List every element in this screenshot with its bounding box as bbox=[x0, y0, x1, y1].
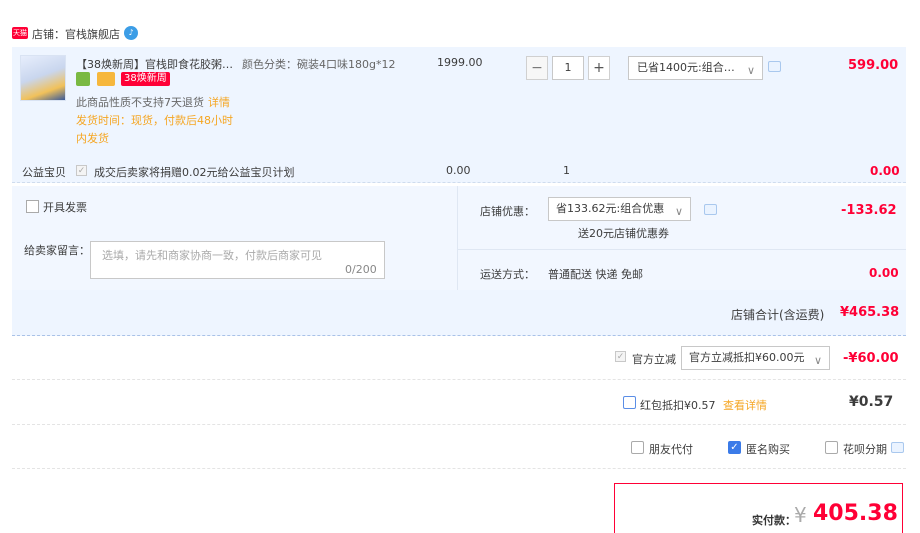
payment-label: 实付款： bbox=[752, 514, 796, 527]
tmall-logo: 天猫 bbox=[12, 27, 28, 39]
chat-bubble-icon[interactable] bbox=[891, 442, 904, 453]
charity-qty: 1 bbox=[563, 164, 570, 177]
friend-pay-checkbox[interactable] bbox=[631, 441, 644, 454]
shipping-fee: 0.00 bbox=[869, 266, 899, 280]
product-thumbnail[interactable] bbox=[20, 55, 66, 101]
quantity-increase-button[interactable]: + bbox=[588, 56, 610, 80]
friend-pay-label[interactable]: 朋友代付 bbox=[649, 441, 693, 457]
divider bbox=[12, 379, 906, 380]
invoice-label[interactable]: 开具发票 bbox=[43, 199, 87, 215]
chevron-down-icon: ∨ bbox=[674, 205, 683, 218]
red-packet-amount: ¥0.57 bbox=[849, 394, 894, 410]
item-discount-value: 已省1400元:组合… bbox=[637, 61, 735, 74]
chat-bubble-icon[interactable] bbox=[768, 61, 781, 72]
shipping-label: 运送方式： bbox=[480, 268, 535, 281]
quantity-decrease-button[interactable]: − bbox=[526, 56, 548, 80]
payment-total: 405.38 bbox=[813, 501, 898, 526]
charity-total: 0.00 bbox=[870, 164, 900, 178]
shop-coupon-value: 省133.62元:组合优惠 bbox=[556, 202, 665, 215]
huabei-installment-checkbox[interactable] bbox=[825, 441, 838, 454]
item-total-price: 599.00 bbox=[848, 58, 899, 73]
product-title[interactable]: 【38焕新周】官栈即食花胶粥… bbox=[76, 56, 236, 72]
guarantee-icon bbox=[76, 72, 90, 86]
product-sku: 颜色分类：碗装4口味180g*12 bbox=[242, 58, 396, 71]
official-discount-value: 官方立减抵扣¥60.00元 bbox=[689, 351, 805, 364]
seller-message-placeholder: 选填，请先和商家协商一致，付款后商家可见 bbox=[102, 249, 322, 262]
quantity-input[interactable]: 1 bbox=[552, 56, 584, 80]
chevron-down-icon: ∨ bbox=[813, 354, 822, 367]
shop-coupon-amount: -133.62 bbox=[841, 203, 897, 218]
shop-subtotal-label: 店铺合计(含运费) bbox=[731, 308, 825, 322]
chevron-down-icon: ∨ bbox=[746, 64, 755, 77]
promo-tag: 38焕新周 bbox=[121, 72, 170, 86]
return-policy-link[interactable]: 详情 bbox=[208, 96, 230, 109]
seller-message-counter: 0/200 bbox=[345, 263, 377, 276]
seller-message-label: 给卖家留言： bbox=[24, 244, 90, 257]
official-discount-checkbox: ✓ bbox=[615, 351, 626, 362]
anonymous-checkbox[interactable]: ✓ bbox=[728, 441, 741, 454]
charity-label: 公益宝贝 bbox=[22, 166, 66, 179]
shop-subtotal-value: ¥465.38 bbox=[840, 305, 900, 320]
divider bbox=[12, 424, 906, 425]
huabei-installment-label[interactable]: 花呗分期 bbox=[843, 441, 887, 457]
product-badges: 38焕新周 bbox=[76, 72, 170, 87]
return-policy-note: 此商品性质不支持7天退货 详情 bbox=[76, 94, 230, 110]
credit-card-icon bbox=[96, 72, 115, 86]
official-discount-amount: -¥60.00 bbox=[843, 351, 899, 366]
shop-coupon-gift: 送20元店铺优惠券 bbox=[578, 227, 669, 240]
red-packet-checkbox[interactable] bbox=[623, 396, 636, 409]
shop-coupon-select[interactable]: 省133.62元:组合优惠 ∨ bbox=[548, 197, 691, 221]
charity-checkbox: ✓ bbox=[76, 165, 87, 176]
charity-price: 0.00 bbox=[446, 164, 471, 177]
shipping-method: 普通配送 快递 免邮 bbox=[548, 268, 643, 281]
official-discount-select[interactable]: 官方立减抵扣¥60.00元 ∨ bbox=[681, 346, 830, 370]
anonymous-label[interactable]: 匿名购买 bbox=[746, 441, 790, 457]
invoice-checkbox[interactable] bbox=[26, 200, 39, 213]
ship-time-note: 发货时间：现货，付款后48小时内发货 bbox=[76, 114, 233, 145]
chat-bubble-icon[interactable] bbox=[704, 204, 717, 215]
return-policy-text: 此商品性质不支持7天退货 bbox=[76, 96, 204, 109]
wangwang-chat-icon[interactable]: ♪ bbox=[124, 26, 138, 40]
official-discount-label: 官方立减 bbox=[632, 353, 676, 366]
unit-price: 1999.00 bbox=[437, 56, 483, 69]
shop-coupon-label: 店铺优惠： bbox=[480, 205, 535, 218]
charity-text: 成交后卖家将捐赠0.02元给公益宝贝计划 bbox=[94, 166, 295, 179]
item-discount-select[interactable]: 已省1400元:组合… ∨ bbox=[628, 56, 763, 80]
red-packet-details-link[interactable]: 查看详情 bbox=[723, 397, 767, 413]
red-packet-label[interactable]: 红包抵扣¥0.57 bbox=[640, 397, 716, 413]
shop-name[interactable]: 店铺：官栈旗舰店 bbox=[32, 26, 120, 42]
divider bbox=[458, 249, 906, 250]
divider bbox=[12, 468, 906, 469]
currency-symbol: ¥ bbox=[794, 503, 807, 527]
divider bbox=[457, 186, 458, 290]
